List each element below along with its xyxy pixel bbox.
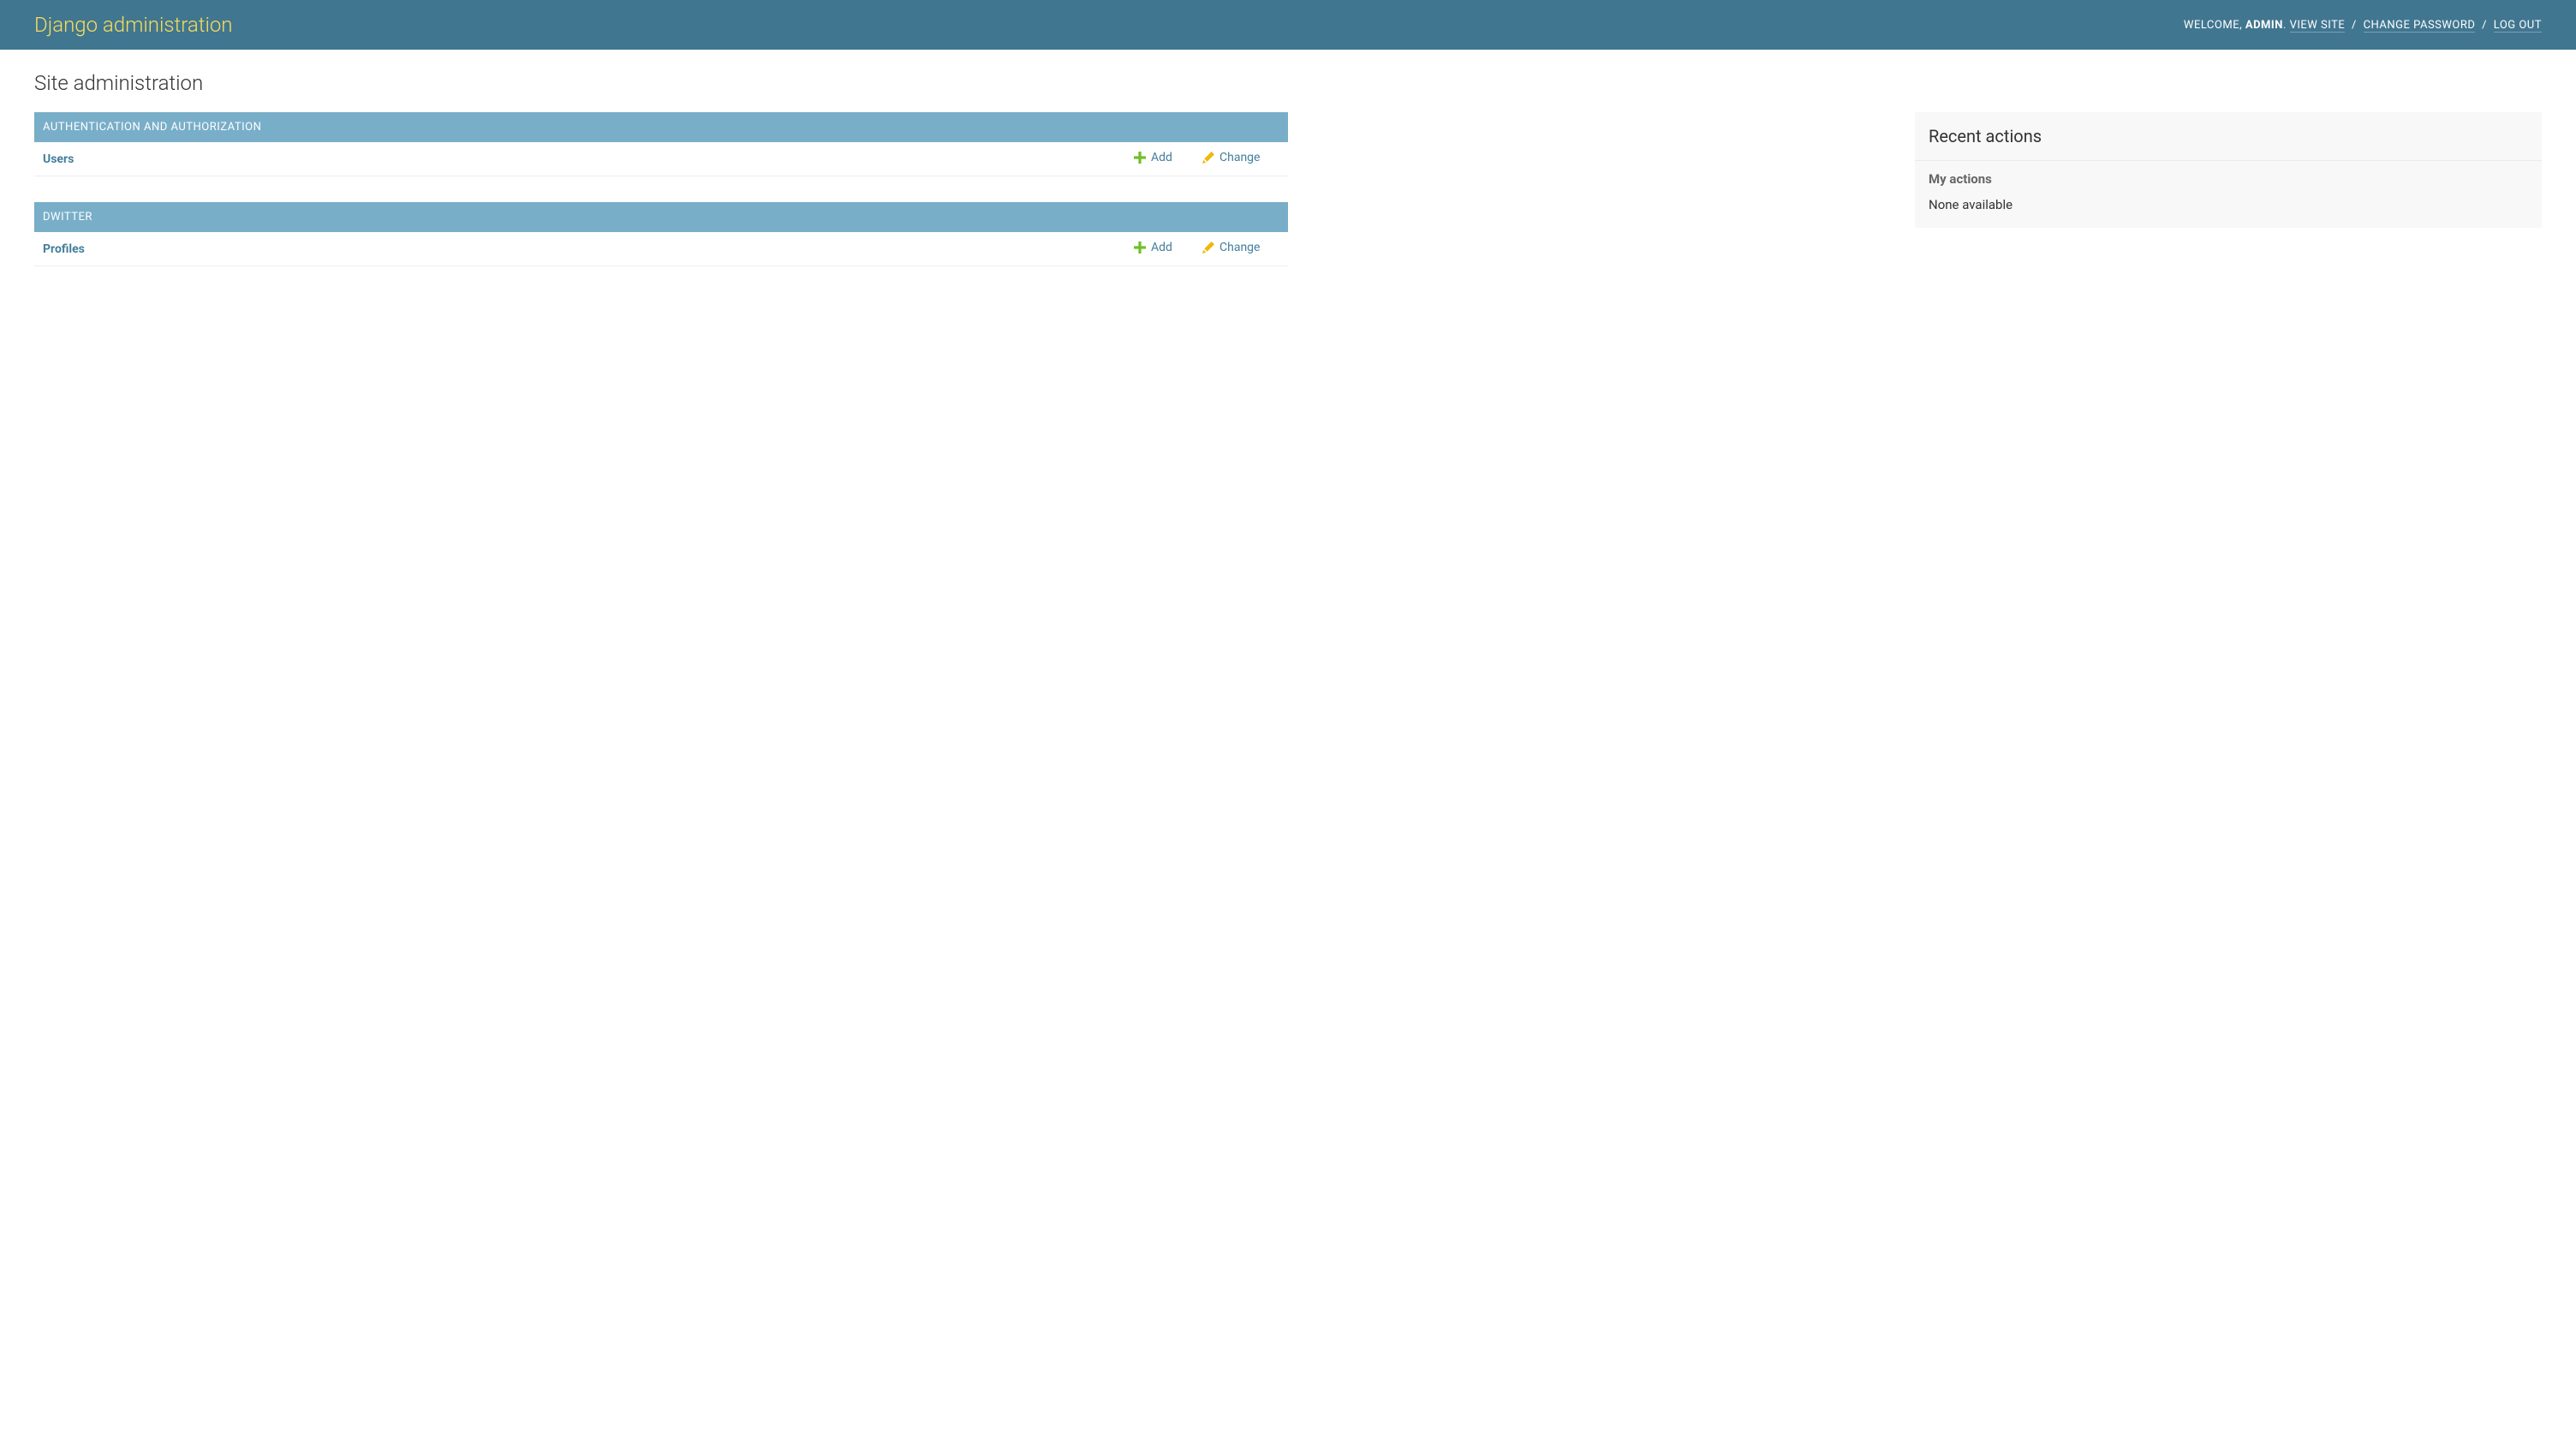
- change-password-link[interactable]: CHANGE PASSWORD: [2364, 19, 2476, 33]
- recent-actions-none: None available: [1915, 192, 2542, 228]
- model-link-users[interactable]: Users: [43, 152, 74, 166]
- period: .: [2283, 19, 2290, 32]
- my-actions-heading: My actions: [1915, 161, 2542, 192]
- nav-separator: /: [2478, 19, 2490, 32]
- header: Django administration WELCOME, ADMIN. VI…: [0, 0, 2576, 50]
- add-link-profiles[interactable]: Add: [1134, 241, 1172, 254]
- app-module-auth: AUTHENTICATION AND AUTHORIZATION Users A…: [34, 112, 1288, 176]
- page-title: Site administration: [34, 71, 2542, 95]
- change-label: Change: [1219, 151, 1260, 164]
- plus-icon: [1134, 152, 1146, 164]
- recent-actions-title: Recent actions: [1915, 112, 2542, 161]
- change-link-users[interactable]: Change: [1202, 151, 1260, 164]
- app-module-dwitter: DWITTER Profiles Add: [34, 202, 1288, 266]
- site-title[interactable]: Django administration: [34, 13, 233, 37]
- app-caption[interactable]: DWITTER: [34, 202, 1288, 232]
- content: Site administration AUTHENTICATION AND A…: [0, 50, 2576, 129]
- pencil-icon: [1202, 242, 1214, 253]
- add-link-users[interactable]: Add: [1134, 151, 1172, 164]
- model-row-profiles: Profiles Add Change: [34, 232, 1288, 266]
- add-label: Add: [1151, 151, 1172, 164]
- log-out-link[interactable]: LOG OUT: [2494, 19, 2542, 33]
- add-label: Add: [1151, 241, 1172, 254]
- change-label: Change: [1219, 241, 1260, 254]
- welcome-text: WELCOME,: [2184, 19, 2245, 32]
- model-row-users: Users Add Change: [34, 142, 1288, 176]
- recent-actions-module: Recent actions My actions None available: [1915, 112, 2542, 228]
- view-site-link[interactable]: VIEW SITE: [2290, 19, 2346, 33]
- app-caption[interactable]: AUTHENTICATION AND AUTHORIZATION: [34, 112, 1288, 142]
- user-tools: WELCOME, ADMIN. VIEW SITE / CHANGE PASSW…: [2184, 19, 2542, 32]
- nav-separator: /: [2348, 19, 2359, 32]
- model-link-profiles[interactable]: Profiles: [43, 242, 85, 256]
- pencil-icon: [1202, 152, 1214, 164]
- change-link-profiles[interactable]: Change: [1202, 241, 1260, 254]
- plus-icon: [1134, 242, 1146, 253]
- username: ADMIN: [2245, 19, 2283, 32]
- content-related: Recent actions My actions None available: [1915, 112, 2542, 253]
- content-main: AUTHENTICATION AND AUTHORIZATION Users A…: [34, 112, 1288, 292]
- branding: Django administration: [34, 13, 233, 37]
